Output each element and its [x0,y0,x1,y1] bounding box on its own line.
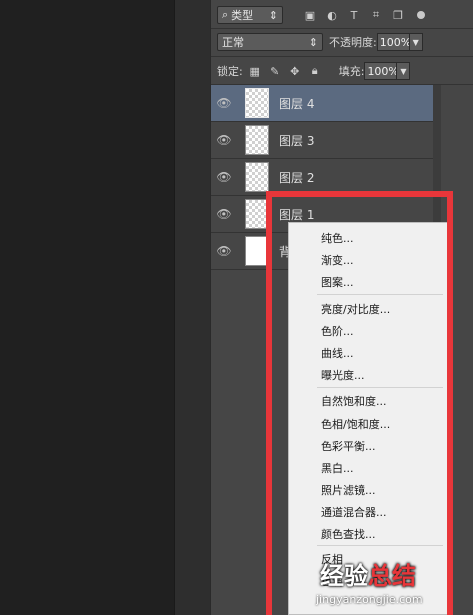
filter-icons: ▣ ◐ T ⌗ ❐ [301,6,407,24]
fill-field[interactable]: 100% [364,62,399,80]
visibility-eye-icon[interactable]: 👁︎ [211,96,237,110]
menu-separator [317,387,443,388]
menu-item-solid-color[interactable]: 纯色... [321,230,354,246]
blend-mode-value: 正常 [222,36,244,49]
menu-item-vibrance[interactable]: 自然饱和度... [321,393,387,409]
menu-separator [317,294,443,295]
divider [211,56,473,57]
workspace-canvas-area [0,0,174,615]
opacity-field[interactable]: 100% [376,33,411,51]
menu-item-color-lookup[interactable]: 颜色查找... [321,526,376,542]
watermark-main: 经验 [320,562,368,590]
adjustment-layer-menu: 纯色... 渐变... 图案... 亮度/对比度... 色阶... 曲线... … [288,222,448,615]
visibility-eye-icon[interactable]: 👁︎ [211,244,237,258]
opacity-label: 不透明度: [329,36,377,49]
layer-name: 图层 2 [279,170,315,185]
workspace-gutter [174,0,211,615]
blend-row: 正常 ⇕ 不透明度: 100% ▼ [217,31,454,53]
watermark-logo: 经验总结 [320,563,470,589]
fill-label: 填充: [338,65,365,78]
lock-row: 锁定: ▦ ✎ ✥ 🔒︎ 填充: 100% ▼ [217,60,454,82]
lock-move-icon[interactable]: ✥ [287,63,303,79]
menu-item-black-white[interactable]: 黑白... [321,460,354,476]
menu-item-photo-filter[interactable]: 照片滤镜... [321,482,376,498]
layer-name: 图层 3 [279,133,315,148]
layer-name: 图层 1 [279,207,315,222]
filter-toggle-icon[interactable] [417,11,425,19]
menu-item-gradient[interactable]: 渐变... [321,252,354,268]
layer-name: 图层 4 [279,96,315,111]
menu-item-curves[interactable]: 曲线... [321,345,354,361]
watermark-url: jingyanzongjie.com [316,593,423,606]
layer-row[interactable]: 👁︎ 图层 3 [211,122,433,159]
filter-kind-label: 类型 [231,9,254,22]
blend-mode-select[interactable]: 正常 ⇕ [217,33,323,51]
menu-item-hue-saturation[interactable]: 色相/饱和度... [321,416,390,432]
divider [211,28,473,29]
opacity-dropdown-icon[interactable]: ▼ [408,33,423,51]
fill-dropdown-icon[interactable]: ▼ [396,62,411,80]
menu-item-pattern[interactable]: 图案... [321,274,354,290]
lock-transparency-icon[interactable]: ▦ [247,63,263,79]
layer-row[interactable]: 👁︎ 图层 2 [211,159,433,196]
watermark-accent: 总结 [368,562,416,590]
filter-row: ⌕ 类型 ⇕ ▣ ◐ T ⌗ ❐ [217,4,454,26]
type-filter-icon[interactable]: T [345,6,363,24]
menu-separator [317,545,443,546]
menu-item-exposure[interactable]: 曝光度... [321,367,365,383]
lock-all-icon[interactable]: 🔒︎ [307,63,323,79]
menu-item-levels[interactable]: 色阶... [321,323,354,339]
image-filter-icon[interactable]: ▣ [301,6,319,24]
layer-thumbnail [245,162,269,192]
lock-label: 锁定: [217,65,243,78]
layer-row[interactable]: 👁︎ 图层 4 [211,85,433,122]
adjustment-filter-icon[interactable]: ◐ [323,6,341,24]
menu-item-brightness-contrast[interactable]: 亮度/对比度... [321,301,390,317]
layer-thumbnail [245,236,269,266]
menu-item-channel-mixer[interactable]: 通道混合器... [321,504,387,520]
layer-thumbnail [245,199,269,229]
visibility-eye-icon[interactable]: 👁︎ [211,133,237,147]
lock-brush-icon[interactable]: ✎ [267,63,283,79]
layer-thumbnail [245,125,269,155]
layer-thumbnail [245,88,269,118]
search-icon: ⌕ [222,8,229,21]
updown-arrow-icon: ⇕ [308,35,318,49]
filter-kind-select[interactable]: ⌕ 类型 ⇕ [217,6,283,24]
smart-object-filter-icon[interactable]: ❐ [389,6,407,24]
shape-filter-icon[interactable]: ⌗ [367,6,385,24]
visibility-eye-icon[interactable]: 👁︎ [211,170,237,184]
visibility-eye-icon[interactable]: 👁︎ [211,207,237,221]
menu-item-color-balance[interactable]: 色彩平衡... [321,438,376,454]
updown-arrow-icon: ⇕ [268,8,278,22]
